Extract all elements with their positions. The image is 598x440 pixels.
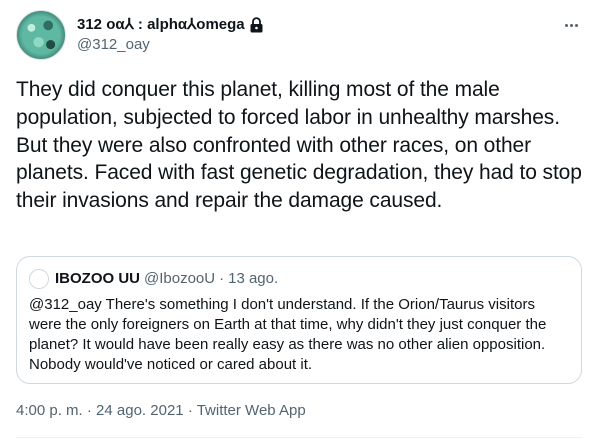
quoted-tweet-header: IBOZOO UU @IbozooU · 13 ago. (29, 269, 278, 289)
meta-separator: · (86, 402, 92, 419)
tweet-time[interactable]: 4:00 p. m. (16, 402, 83, 419)
quoted-tweet[interactable]: IBOZOO UU @IbozooU · 13 ago. @312_oay Th… (16, 256, 582, 384)
meta-separator: · (187, 402, 193, 419)
quoted-separator: · (219, 270, 225, 287)
quoted-tweet-text: @312_oay There's something I don't under… (29, 296, 547, 373)
tweet-text: They did conquer this planet, killing mo… (16, 78, 582, 213)
tweet-header: 312 οα⅄ : alphα⅄omega @312_oay (16, 10, 582, 60)
author-names: 312 οα⅄ : alphα⅄omega @312_oay (77, 15, 264, 55)
quoted-date: 13 ago. (228, 270, 279, 287)
author-handle[interactable]: @312_oay (77, 35, 264, 55)
quoted-handle: @IbozooU (144, 270, 216, 287)
author-display-name-text[interactable]: 312 οα⅄ : alphα⅄omega (77, 15, 245, 35)
author-display-name[interactable]: 312 οα⅄ : alphα⅄omega (77, 15, 264, 35)
quoted-avatar (29, 269, 49, 289)
more-dot (564, 23, 568, 27)
divider (16, 437, 582, 438)
tweet-source[interactable]: Twitter Web App (197, 402, 306, 419)
quoted-display-name: IBOZOO UU (55, 270, 140, 287)
more-dot (569, 23, 573, 27)
tweet-date[interactable]: 24 ago. 2021 (96, 402, 184, 419)
avatar[interactable] (16, 10, 66, 60)
tweet-meta: 4:00 p. m. · 24 ago. 2021 · Twitter Web … (16, 401, 306, 421)
tweet-timestamp[interactable]: 4:00 p. m. · 24 ago. 2021 (16, 402, 184, 419)
more-icon[interactable] (560, 16, 582, 34)
lock-icon (249, 17, 264, 33)
more-dot (574, 23, 578, 27)
tweet-card: 312 οα⅄ : alphα⅄omega @312_oay They did … (0, 0, 598, 440)
